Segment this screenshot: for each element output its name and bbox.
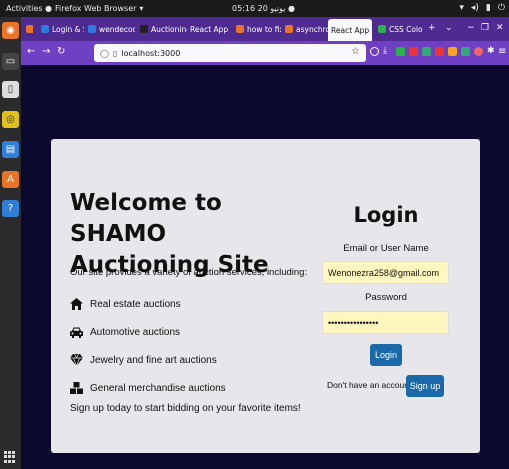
extension-icon[interactable] xyxy=(409,47,418,56)
tab-favicon-icon xyxy=(285,25,293,33)
extension-icon[interactable] xyxy=(435,47,444,56)
rhythmbox-dock-icon[interactable]: ◎ xyxy=(2,111,19,128)
list-item: General merchandise auctions xyxy=(70,374,226,402)
tab-bar: Login & Sig wendecode Auctioning React A… xyxy=(21,17,509,41)
list-item: Real estate auctions xyxy=(70,290,226,318)
password-field[interactable] xyxy=(322,311,449,334)
tab-favicon-icon xyxy=(41,25,49,33)
list-item: Jewelry and fine art auctions xyxy=(70,346,226,374)
extensions-puzzle-icon[interactable]: ✱ xyxy=(487,46,495,56)
minimize-icon[interactable]: − xyxy=(467,23,475,33)
page-icon: ▯ xyxy=(112,48,118,58)
shield-icon: ◯ xyxy=(100,48,109,58)
tab-favicon-icon xyxy=(236,25,244,33)
email-field[interactable] xyxy=(322,261,449,284)
password-label: Password xyxy=(365,292,407,303)
extension-icon[interactable] xyxy=(474,47,483,56)
firefox-icon: ● xyxy=(45,4,52,13)
maximize-icon[interactable]: ❐ xyxy=(481,23,489,33)
writer-dock-icon[interactable]: ▤ xyxy=(2,141,19,158)
intro-text: Our site provides a variety of auction s… xyxy=(70,267,308,278)
new-tab-icon[interactable]: + xyxy=(428,23,436,33)
extension-icon[interactable] xyxy=(396,47,405,56)
tab[interactable]: asynchrono xyxy=(282,21,328,37)
tab[interactable]: CSS Colors xyxy=(375,21,423,37)
help-dock-icon[interactable]: ? xyxy=(2,200,19,217)
tab-favicon-icon xyxy=(88,25,96,33)
extension-icon[interactable] xyxy=(448,47,457,56)
list-item: Automotive auctions xyxy=(70,318,226,346)
welcome-login-card: Welcome to SHAMO Auctioning Site Our sit… xyxy=(51,139,480,453)
tab[interactable]: wendecode xyxy=(85,21,135,37)
tab[interactable]: Auctioning xyxy=(137,21,187,37)
page-viewport: Welcome to SHAMO Auctioning Site Our sit… xyxy=(21,65,509,469)
system-top-bar: Activities ● Firefox Web Browser ▾ يونيو… xyxy=(0,0,509,17)
show-apps-icon[interactable] xyxy=(4,451,16,463)
pocket-icon[interactable] xyxy=(370,47,379,56)
system-tray[interactable]: ▾ ◂) ▮ ⏻ xyxy=(459,3,505,13)
email-label: Email or User Name xyxy=(343,243,429,254)
login-button[interactable]: Login xyxy=(370,344,402,366)
tab-active[interactable]: React App ✕ xyxy=(328,19,372,41)
login-title: Login xyxy=(353,203,419,227)
back-icon[interactable]: ← xyxy=(27,46,35,57)
list-tabs-icon[interactable]: ⌄ xyxy=(445,23,453,33)
home-icon xyxy=(70,298,90,310)
power-icon: ⏻ xyxy=(497,3,505,13)
menu-icon[interactable]: ≡ xyxy=(498,46,506,57)
extension-icon[interactable] xyxy=(461,47,470,56)
app-name: Firefox Web Browser xyxy=(54,4,137,13)
services-list: Real estate auctions Automotive auctions… xyxy=(70,290,226,402)
clock[interactable]: يونيو 20 05:16 ● xyxy=(232,4,295,13)
bookmark-star-icon[interactable]: ☆ xyxy=(351,46,360,57)
url-bar[interactable]: ◯ ▯ localhost:3000 ☆ xyxy=(94,44,366,62)
software-dock-icon[interactable]: A xyxy=(2,171,19,188)
downloads-icon[interactable]: ⤓ xyxy=(383,46,387,56)
url-text: localhost:3000 xyxy=(121,48,181,58)
files-dock-icon[interactable]: ▯ xyxy=(2,81,19,98)
firefox-icon xyxy=(26,25,33,33)
car-icon xyxy=(70,327,90,338)
boxes-icon xyxy=(70,382,90,394)
signup-cta-text: Sign up today to start bidding on your f… xyxy=(70,403,301,414)
network-icon: ▾ xyxy=(459,3,464,13)
tab[interactable]: how to fix t xyxy=(233,21,281,37)
close-window-icon[interactable]: ✕ xyxy=(496,23,504,33)
battery-icon: ▮ xyxy=(485,3,491,13)
tab[interactable]: React App xyxy=(187,21,231,37)
volume-icon: ◂) xyxy=(470,3,479,13)
tab[interactable]: Login & Sig xyxy=(38,21,84,37)
terminal-dock-icon[interactable]: ▭ xyxy=(2,53,19,70)
extension-icon[interactable] xyxy=(422,47,431,56)
chevron-down-icon: ▾ xyxy=(139,4,144,13)
no-account-text: Don't have an account? xyxy=(327,380,417,390)
activities-button[interactable]: Activities xyxy=(6,4,43,13)
forward-icon[interactable]: → xyxy=(42,46,50,57)
navigation-toolbar: ← → ↻ ◯ ▯ localhost:3000 ☆ ⤓ ✱ ≡ xyxy=(21,41,509,65)
signup-button[interactable]: Sign up xyxy=(406,375,444,397)
tab-favicon-icon xyxy=(140,25,148,33)
diamond-icon xyxy=(70,354,90,366)
firefox-dock-icon[interactable]: ◉ xyxy=(2,22,19,39)
reload-icon[interactable]: ↻ xyxy=(57,46,65,57)
tab-favicon-icon xyxy=(378,25,386,33)
firefox-view-button[interactable] xyxy=(23,21,33,37)
app-menu[interactable]: ● Firefox Web Browser ▾ xyxy=(45,4,143,13)
ubuntu-dock: ◉ ▭ ▯ ◎ ▤ A ? xyxy=(0,17,21,469)
